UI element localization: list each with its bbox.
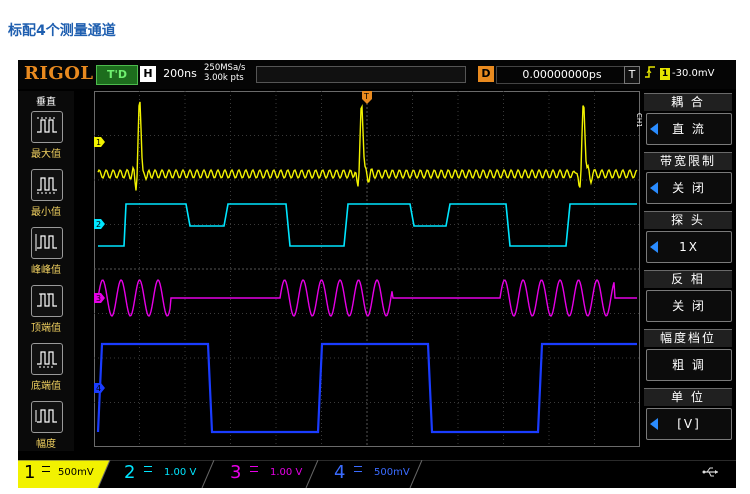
measure-menu-title: 垂直 xyxy=(36,97,56,108)
dc-coupling-icon xyxy=(42,466,50,472)
menu-coupling-text: 直 流 xyxy=(672,122,706,136)
top-measure-icon[interactable] xyxy=(31,285,63,317)
trigger-position-marker-label: T xyxy=(363,92,369,101)
peak-to-peak-icon[interactable] xyxy=(31,227,63,259)
menu-volts-div-value[interactable]: 粗 调 xyxy=(646,349,732,381)
menu-invert-value[interactable]: 关 闭 xyxy=(646,290,732,322)
rising-edge-icon xyxy=(644,65,656,83)
measure-item-label: 最小值 xyxy=(31,207,61,218)
channel-1-scale: 500mV xyxy=(58,467,94,478)
sample-rate: 250MSa/s xyxy=(204,63,246,73)
menu-coupling[interactable]: 耦 合 直 流 xyxy=(642,91,736,149)
measure-item-base[interactable]: 底端值 xyxy=(18,339,74,397)
left-arrow-icon xyxy=(650,123,658,135)
delay-label: D xyxy=(478,66,494,82)
horizontal-label: H xyxy=(140,66,156,82)
left-arrow-icon xyxy=(650,241,658,253)
channel-2-status[interactable]: 2 1.00 V xyxy=(114,460,210,484)
measure-item-label: 幅度 xyxy=(36,439,56,450)
measure-menu: 垂直 最大值 最小值 峰峰值 顶端值 底端值 幅度 xyxy=(18,91,74,451)
menu-volts-div-title: 幅度档位 xyxy=(644,329,732,347)
dc-coupling-icon xyxy=(250,466,258,472)
trigger-level[interactable]: -30.0mV xyxy=(672,66,714,82)
menu-unit-text: [V] xyxy=(677,417,701,431)
menu-invert-text: 关 闭 xyxy=(672,299,706,313)
measure-item-max[interactable]: 最大值 xyxy=(18,107,74,165)
measure-item-min[interactable]: 最小值 xyxy=(18,165,74,223)
menu-bandwidth-text: 关 闭 xyxy=(672,181,706,195)
menu-volts-div-text: 粗 调 xyxy=(672,358,706,372)
dc-coupling-icon xyxy=(354,466,362,472)
left-arrow-icon xyxy=(650,418,658,430)
channel-2-number: 2 xyxy=(124,462,136,483)
channel-3-number: 3 xyxy=(230,462,242,483)
max-measure-icon[interactable] xyxy=(31,111,63,143)
menu-unit-value[interactable]: [V] xyxy=(646,408,732,440)
measure-item-label: 顶端值 xyxy=(31,323,61,334)
brand-logo: RIGOL xyxy=(24,63,94,84)
menu-bandwidth-limit[interactable]: 带宽限制 关 闭 xyxy=(642,150,736,208)
menu-unit[interactable]: 单 位 [V] xyxy=(642,386,736,444)
menu-bandwidth-title: 带宽限制 xyxy=(644,152,732,170)
dc-coupling-icon xyxy=(144,466,152,472)
menu-probe-value[interactable]: 1X xyxy=(646,231,732,263)
menu-volts-div[interactable]: 幅度档位 粗 调 xyxy=(642,327,736,385)
trigger-label: T xyxy=(624,66,640,84)
channel-4-status[interactable]: 4 500mV xyxy=(322,460,418,484)
channel-4-scale: 500mV xyxy=(374,467,410,478)
channel-2-marker-label: 2 xyxy=(96,220,101,229)
menu-invert[interactable]: 反 相 关 闭 xyxy=(642,268,736,326)
channel-menu: CH1 耦 合 直 流 带宽限制 关 闭 探 头 1X 反 相 关 闭 幅度档位… xyxy=(635,91,736,453)
channel-status-bar: 1 500mV 2 1.00 V 3 1.00 V 4 500mV xyxy=(18,460,736,488)
trigger-source: 1 xyxy=(660,68,670,80)
channel-1-marker-label: 1 xyxy=(96,138,101,147)
measure-item-amplitude[interactable]: 幅度 xyxy=(18,397,74,455)
oscilloscope-screen: RIGOL T'D H 200ns 250MSa/s 3.00k pts D 0… xyxy=(18,60,736,488)
base-measure-icon[interactable] xyxy=(31,343,63,375)
measure-item-label: 底端值 xyxy=(31,381,61,392)
waveform-display[interactable]: 1 2 3 4 T xyxy=(94,91,640,447)
delay-value[interactable]: 0.00000000ps xyxy=(496,66,628,84)
page-title: 标配4个测量通道 xyxy=(8,23,116,39)
menu-probe-text: 1X xyxy=(679,240,699,254)
menu-coupling-value[interactable]: 直 流 xyxy=(646,113,732,145)
menu-coupling-title: 耦 合 xyxy=(644,93,732,111)
top-status-bar: RIGOL T'D H 200ns 250MSa/s 3.00k pts D 0… xyxy=(18,60,736,89)
measure-item-peak-to-peak[interactable]: 峰峰值 xyxy=(18,223,74,281)
channel-2-scale: 1.00 V xyxy=(164,467,197,478)
trigger-status-badge: T'D xyxy=(96,65,138,85)
channel-1-status[interactable]: 1 500mV xyxy=(18,460,110,484)
waveform-canvas: 1 2 3 4 T xyxy=(94,91,640,447)
memory-depth: 3.00k pts xyxy=(204,73,244,83)
channel-3-scale: 1.00 V xyxy=(270,467,303,478)
channel-3-marker-label: 3 xyxy=(96,294,101,303)
menu-invert-title: 反 相 xyxy=(644,270,732,288)
menu-unit-title: 单 位 xyxy=(644,388,732,406)
channel-1-number: 1 xyxy=(24,462,36,483)
measure-item-label: 峰峰值 xyxy=(31,265,61,276)
channel-4-marker-label: 4 xyxy=(96,384,101,393)
channel-4-number: 4 xyxy=(334,462,346,483)
amplitude-icon[interactable] xyxy=(31,401,63,433)
channel-3-waveform xyxy=(97,278,637,317)
measure-item-label: 最大值 xyxy=(31,149,61,160)
min-measure-icon[interactable] xyxy=(31,169,63,201)
memory-position-bar xyxy=(256,66,466,83)
channel-3-status[interactable]: 3 1.00 V xyxy=(218,460,314,484)
menu-probe-title: 探 头 xyxy=(644,211,732,229)
acquisition-info: 250MSa/s 3.00k pts xyxy=(204,63,245,83)
timebase-value[interactable]: 200ns xyxy=(158,66,202,82)
left-arrow-icon xyxy=(650,182,658,194)
menu-probe[interactable]: 探 头 1X xyxy=(642,209,736,267)
measure-item-top[interactable]: 顶端值 xyxy=(18,281,74,339)
menu-bandwidth-value[interactable]: 关 闭 xyxy=(646,172,732,204)
usb-icon xyxy=(702,466,720,481)
